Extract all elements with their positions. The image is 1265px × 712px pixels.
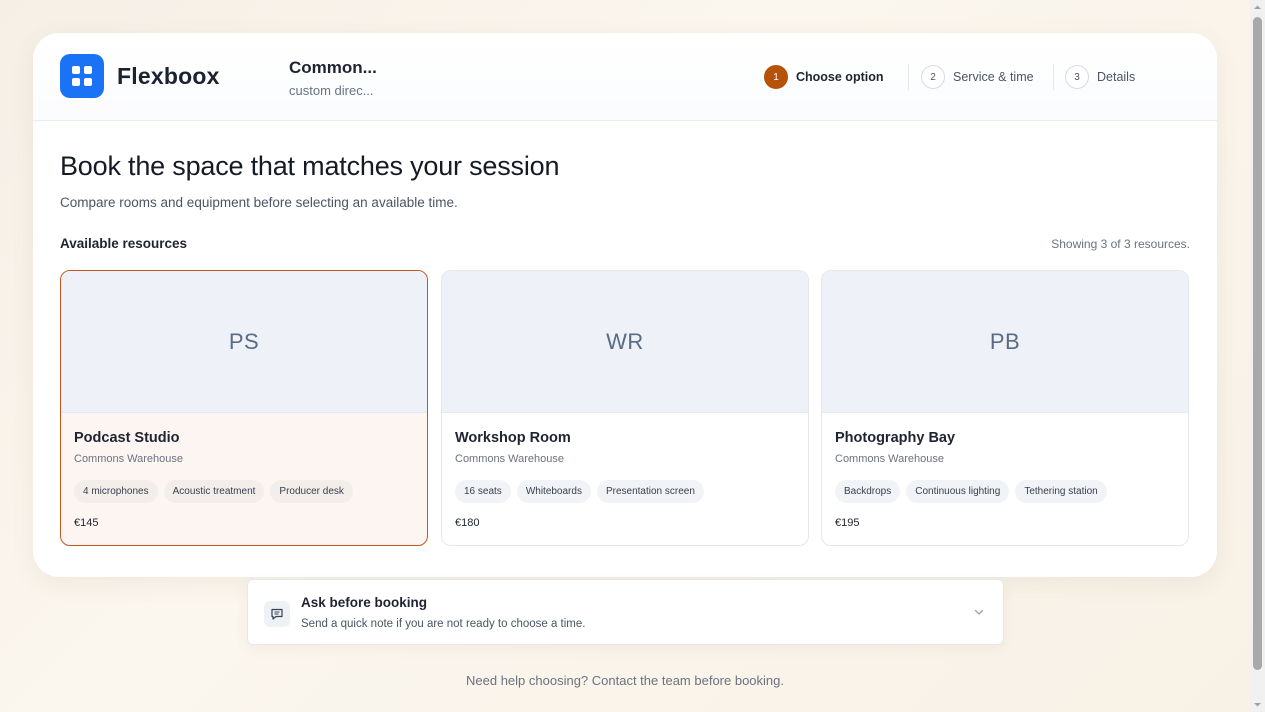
scroll-down-arrow-icon[interactable] [1253,700,1262,709]
resource-price: €195 [835,517,860,529]
resource-thumbnail: PS [61,271,427,413]
resource-card-photography-bay[interactable]: PB Photography Bay Commons Warehouse Bac… [821,270,1189,546]
page-description: Compare rooms and equipment before selec… [60,195,458,210]
step-number: 2 [921,65,945,89]
resource-tags: 4 microphones Acoustic treatment Produce… [74,480,353,503]
step-label: Details [1097,70,1136,84]
brand-name: Flexboox [117,63,220,89]
scroll-up-arrow-icon[interactable] [1253,3,1262,12]
resource-tags: Backdrops Continuous lighting Tethering … [835,480,1107,503]
organization-title: Common... [289,58,377,77]
step-divider [1053,64,1054,90]
message-icon [264,601,290,627]
accordion-subtitle: Send a quick note if you are not ready t… [301,618,586,630]
resource-thumbnail: PB [822,271,1188,413]
tag: Backdrops [835,480,901,503]
step-label: Choose option [796,70,884,84]
step-label: Service & time [953,70,1034,84]
app-grid-logo-icon [60,54,104,98]
resource-location: Commons Warehouse [74,453,184,465]
resource-location: Commons Warehouse [835,453,945,465]
resource-name: Photography Bay [835,430,956,446]
help-text: Need help choosing? Contact the team bef… [466,673,784,688]
tag: 16 seats [455,480,511,503]
step-details[interactable]: 3 Details [1065,64,1135,90]
tag: Producer desk [270,480,353,503]
tag: 4 microphones [74,480,158,503]
chevron-down-icon[interactable] [971,604,987,620]
step-divider [908,64,909,90]
resource-thumbnail: WR [442,271,808,413]
resource-name: Podcast Studio [74,430,180,446]
step-service-time[interactable]: 2 Service & time [921,64,1034,90]
resource-name: Workshop Room [455,430,571,446]
accordion-title: Ask before booking [301,595,428,610]
tag: Presentation screen [596,480,704,503]
scrollbar-thumb[interactable] [1253,17,1262,670]
scrollbar-track[interactable] [1250,0,1265,712]
tag: Continuous lighting [906,480,1010,503]
resource-card-workshop-room[interactable]: WR Workshop Room Commons Warehouse 16 se… [441,270,809,546]
resource-price: €145 [74,517,99,529]
ask-before-booking-accordion[interactable]: Ask before booking Send a quick note if … [247,579,1004,645]
header-bar: Flexboox Common... custom direc... 1 Cho… [33,33,1217,121]
step-number: 3 [1065,65,1089,89]
page-title: Book the space that matches your session [60,151,560,181]
resource-location: Commons Warehouse [455,453,565,465]
step-choose-option[interactable]: 1 Choose option [764,64,884,90]
section-title: Available resources [60,236,188,251]
step-number: 1 [764,65,788,89]
resource-tags: 16 seats Whiteboards Presentation screen [455,480,704,503]
resource-card-podcast-studio[interactable]: PS Podcast Studio Commons Warehouse 4 mi… [60,270,428,546]
tag: Acoustic treatment [163,480,265,503]
booking-panel: Flexboox Common... custom direc... 1 Cho… [33,33,1217,577]
tag: Whiteboards [516,480,591,503]
organization-subtitle: custom direc... [289,83,374,98]
tag: Tethering station [1015,480,1107,503]
results-count: Showing 3 of 3 resources. [1051,237,1190,251]
resource-price: €180 [455,517,480,529]
